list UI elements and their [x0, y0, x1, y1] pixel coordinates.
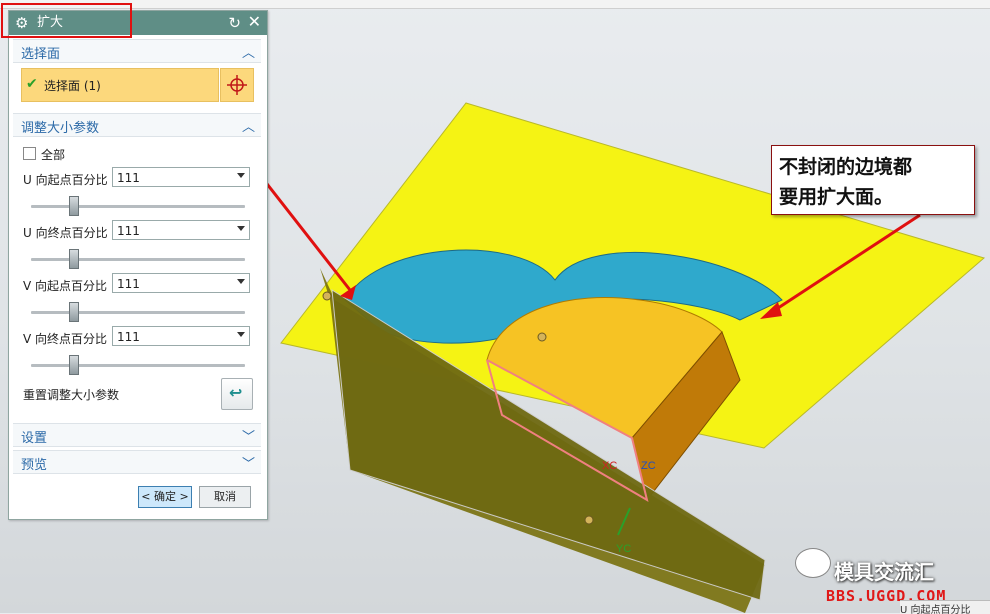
v-end-select[interactable]: 111 — [112, 326, 250, 346]
all-checkbox-label: 全部 — [41, 148, 66, 162]
axis-z-label: ZC — [641, 460, 656, 472]
reset-params-label: 重置调整大小参数 — [23, 388, 120, 402]
section-settings[interactable]: 设置 ﹀ — [13, 423, 261, 447]
select-face-button[interactable] — [220, 68, 254, 102]
reset-params-button[interactable]: ↩ — [221, 378, 253, 410]
u-end-slider-thumb[interactable] — [69, 249, 79, 269]
chevron-down-icon[interactable]: ﹀ — [242, 453, 255, 472]
select-value: 111 — [117, 277, 140, 291]
selected-face-row[interactable]: ✔ 选择面 (1) — [21, 68, 219, 102]
close-icon[interactable]: ✕ — [248, 12, 261, 32]
select-value: 111 — [117, 330, 140, 344]
section-title: 选择面 — [21, 47, 61, 62]
section-title: 设置 — [21, 431, 48, 446]
select-value: 111 — [117, 171, 140, 185]
v-end-slider-thumb[interactable] — [69, 355, 79, 375]
u-start-label: U 向起点百分比 — [23, 173, 108, 187]
v-start-slider-thumb[interactable] — [69, 302, 79, 322]
watermark-brand: 模具交流汇 — [834, 560, 934, 584]
v-end-label: V 向终点百分比 — [23, 332, 108, 346]
checkmark-icon: ✔ — [26, 76, 38, 92]
reset-icon[interactable]: ↻ — [228, 13, 241, 33]
v-end-slider-track[interactable] — [31, 364, 245, 367]
dropdown-arrow-icon — [237, 173, 245, 178]
expand-dialog: ⚙ 扩大 ↻ ✕ 选择面 ︿ ✔ 选择面 (1) 调整大小参数 ︿ 全部 U 向… — [1, 3, 268, 520]
callout-line-1: 不封闭的边境都 — [779, 156, 913, 178]
dropdown-arrow-icon — [237, 279, 245, 284]
handle-point[interactable] — [537, 332, 547, 342]
section-title: 调整大小参数 — [21, 121, 100, 136]
dropdown-arrow-icon — [237, 332, 245, 337]
section-preview[interactable]: 预览 ﹀ — [13, 450, 261, 474]
u-end-label: U 向终点百分比 — [23, 226, 108, 240]
cancel-button[interactable]: 取消 — [199, 486, 251, 508]
wechat-logo-icon — [795, 548, 831, 578]
u-end-slider-track[interactable] — [31, 258, 245, 261]
ok-button[interactable]: < 确定 > — [138, 486, 192, 508]
section-resize-params[interactable]: 调整大小参数 ︿ — [13, 113, 261, 137]
return-arrow-icon: ↩ — [229, 383, 243, 402]
title-highlight-box — [1, 3, 132, 38]
section-select-face[interactable]: 选择面 ︿ — [13, 39, 261, 63]
axis-y-label: YC — [616, 543, 631, 555]
annotation-callout: 不封闭的边境都 要用扩大面。 — [771, 145, 975, 215]
chevron-down-icon[interactable]: ﹀ — [242, 426, 255, 445]
crosshair-icon — [227, 75, 247, 95]
section-title: 预览 — [21, 458, 48, 473]
u-end-select[interactable]: 111 — [112, 220, 250, 240]
chevron-up-icon[interactable]: ︿ — [242, 116, 255, 135]
all-checkbox[interactable] — [23, 147, 36, 160]
chevron-up-icon[interactable]: ︿ — [242, 42, 255, 61]
select-value: 111 — [117, 224, 140, 238]
handle-point[interactable] — [584, 515, 594, 525]
callout-line-2: 要用扩大面。 — [779, 186, 894, 208]
u-start-slider-thumb[interactable] — [69, 196, 79, 216]
v-start-label: V 向起点百分比 — [23, 279, 108, 293]
status-tooltip: U 向起点百分比 — [900, 600, 990, 614]
u-start-slider-track[interactable] — [31, 205, 245, 208]
axis-x-label: XC — [602, 460, 617, 472]
u-start-select[interactable]: 111 — [112, 167, 250, 187]
handle-point[interactable] — [322, 291, 332, 301]
v-start-select[interactable]: 111 — [112, 273, 250, 293]
dropdown-arrow-icon — [237, 226, 245, 231]
selected-face-label: 选择面 (1) — [44, 79, 101, 93]
v-start-slider-track[interactable] — [31, 311, 245, 314]
